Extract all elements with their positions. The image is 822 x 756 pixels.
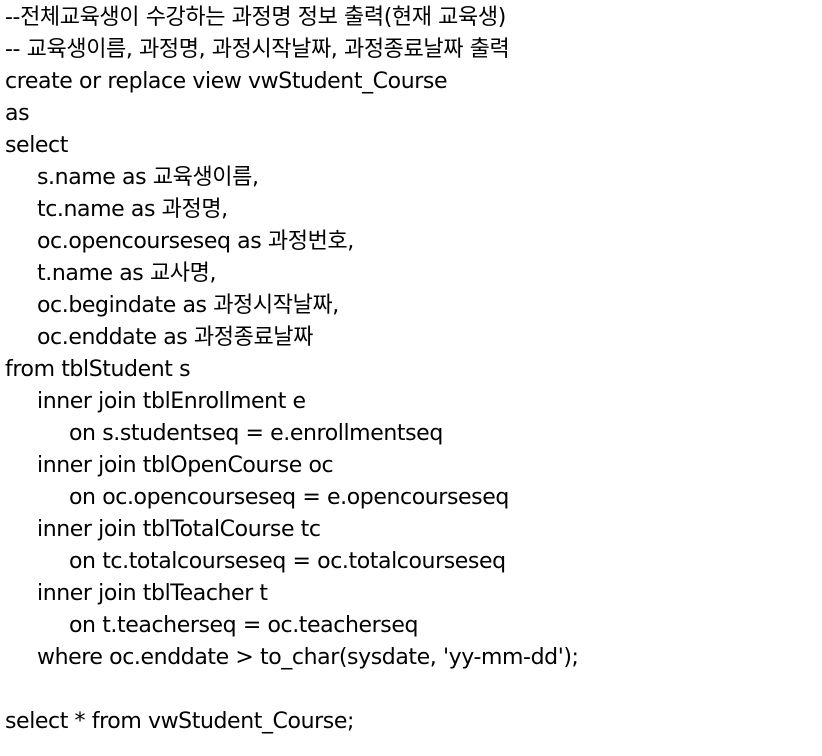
code-line: on tc.totalcourseseq = oc.totalcourseseq [69,549,506,574]
code-line: create or replace view vwStudent_Course [5,69,448,94]
code-line: inner join tblTotalCourse tc [37,517,321,542]
code-line: on s.studentseq = e.enrollmentseq [69,421,443,446]
code-line: tc.name as 과정명, [37,197,228,222]
code-line: select [5,133,68,158]
code-line: -- 교육생이름, 과정명, 과정시작날짜, 과정종료날짜 출력 [5,37,510,62]
code-line: s.name as 교육생이름, [37,165,259,190]
code-line: select * from vwStudent_Course; [5,709,354,734]
code-line: on t.teacherseq = oc.teacherseq [69,613,419,638]
code-line: --전체교육생이 수강하는 과정명 정보 출력(현재 교육생) [5,5,506,30]
code-line: t.name as 교사명, [37,261,217,286]
code-line: as [5,101,30,126]
code-line: oc.begindate as 과정시작날짜, [37,293,339,318]
sql-code-view: --전체교육생이 수강하는 과정명 정보 출력(현재 교육생) -- 교육생이름… [0,0,822,756]
code-line: where oc.enddate > to_char(sysdate, 'yy-… [37,645,579,670]
code-line: on oc.opencourseseq = e.opencourseseq [69,485,509,510]
code-line: inner join tblEnrollment e [37,389,306,414]
code-line: inner join tblOpenCourse oc [37,453,334,478]
code-line: inner join tblTeacher t [37,581,268,606]
code-line: from tblStudent s [5,357,191,382]
code-line: oc.opencourseseq as 과정번호, [37,229,354,254]
code-line: oc.enddate as 과정종료날짜 [37,325,313,350]
